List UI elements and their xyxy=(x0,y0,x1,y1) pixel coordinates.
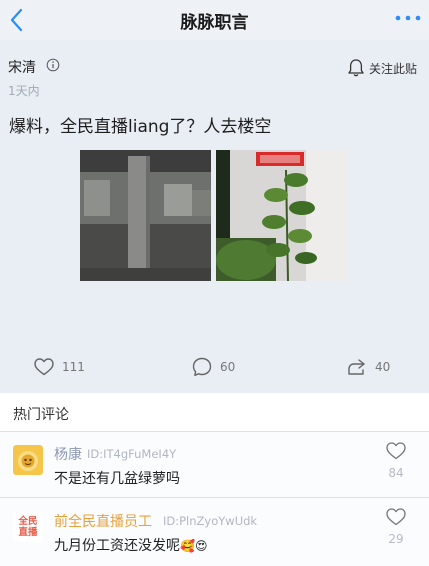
page-title: 脉脉职言 xyxy=(180,13,249,33)
comment-like-button[interactable]: 29 xyxy=(385,508,407,546)
ellipsis-icon xyxy=(395,15,421,21)
hot-comments-header: 热门评论 xyxy=(0,393,429,431)
top-bar: 脉脉职言 xyxy=(0,0,429,40)
comment-author-id: ID:PlnZyoYwUdk xyxy=(163,514,258,528)
heart-icon xyxy=(34,358,54,376)
like-count: 111 xyxy=(62,360,85,374)
share-button[interactable]: 40 xyxy=(347,354,390,380)
avatar[interactable] xyxy=(13,445,43,475)
comment-like-count: 84 xyxy=(388,466,404,480)
post-content: 爆料，全民直播liang了？人去楼空 xyxy=(9,117,272,137)
comment-author[interactable]: 前全民直播员工 xyxy=(54,511,152,531)
comment-item[interactable]: 杨康 ID:IT4gFuMeI4Y 不是还有几盆绿萝吗 84 xyxy=(0,432,429,497)
post-actions: 111 60 40 xyxy=(0,354,429,380)
comment-text-body: 九月份工资还没发呢 xyxy=(54,538,180,554)
post-image-office[interactable] xyxy=(80,150,211,281)
post-card: 宋清 1天内 关注此贴 爆料，全民直播liang了？人去楼空 111 60 40 xyxy=(0,41,429,393)
comment-count: 60 xyxy=(220,360,236,374)
info-icon[interactable] xyxy=(46,58,60,72)
comment-like-count: 29 xyxy=(388,532,404,546)
comment-bubble-icon xyxy=(192,357,212,376)
heart-icon xyxy=(386,442,406,460)
heart-icon xyxy=(386,508,406,526)
comment-text: 九月份工资还没发呢🥰😍 xyxy=(54,535,207,555)
comment-item[interactable]: 全民 直播 前全民直播员工 ID:PlnZyoYwUdk 九月份工资还没发呢🥰😍… xyxy=(0,498,429,566)
post-image-plant[interactable] xyxy=(216,150,347,281)
comment-author-id: ID:IT4gFuMeI4Y xyxy=(87,447,177,461)
comment-button[interactable]: 60 xyxy=(192,354,235,380)
like-button[interactable]: 111 xyxy=(34,354,85,380)
share-icon xyxy=(348,359,365,375)
avatar[interactable]: 全民 直播 xyxy=(13,512,43,542)
comment-author[interactable]: 杨康 xyxy=(54,444,82,464)
comment-like-button[interactable]: 84 xyxy=(385,442,407,480)
emoji-icon: 🥰😍 xyxy=(180,539,208,553)
follow-label: 关注此贴 xyxy=(368,61,417,76)
bell-icon xyxy=(348,59,364,77)
follow-button[interactable]: 关注此贴 xyxy=(347,57,417,79)
comment-text: 不是还有几盆绿萝吗 xyxy=(54,471,180,487)
more-button[interactable] xyxy=(393,7,423,29)
post-author[interactable]: 宋清 xyxy=(8,57,36,77)
hot-comments-title: 热门评论 xyxy=(13,407,69,423)
post-time: 1天内 xyxy=(8,84,40,98)
share-count: 40 xyxy=(375,360,391,374)
